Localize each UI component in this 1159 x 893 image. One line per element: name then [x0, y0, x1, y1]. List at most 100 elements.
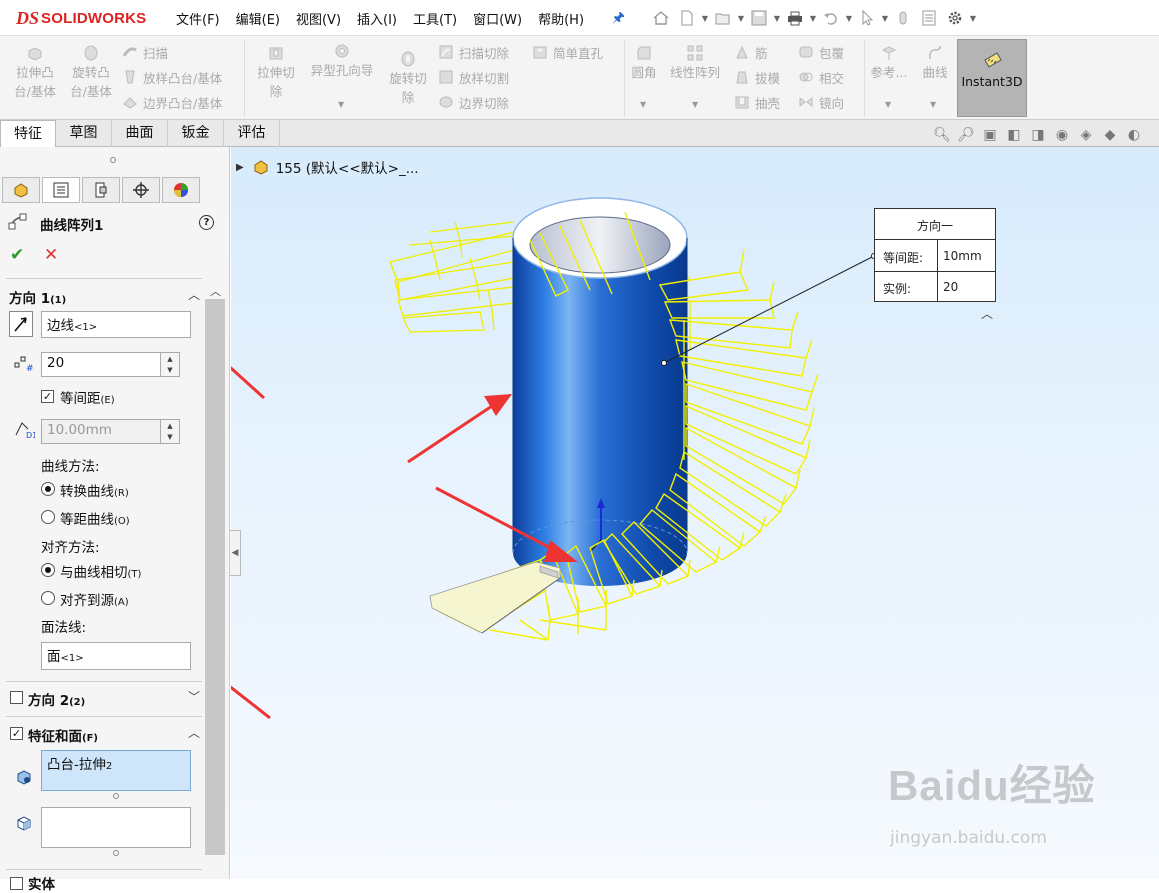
direction2-checkbox[interactable]: [10, 691, 23, 704]
select-dropdown-icon[interactable]: ▼: [880, 5, 890, 31]
panel-collapse-handle[interactable]: ◀: [230, 530, 241, 576]
face-normal-field[interactable]: 面<1>: [41, 642, 191, 670]
home-icon[interactable]: [648, 5, 674, 31]
draft-button[interactable]: 拔模: [734, 66, 780, 88]
tab-sketch[interactable]: 草图: [56, 120, 112, 147]
extrude-cut-button[interactable]: 拉伸切 除: [252, 44, 300, 101]
menu-window[interactable]: 窗口(W): [473, 9, 522, 28]
reference-dropdown-icon[interactable]: ▼: [885, 100, 891, 109]
tab-sheet-metal[interactable]: 钣金: [168, 120, 224, 147]
revolve-cut-button[interactable]: 旋转切 除: [384, 50, 432, 107]
pin-icon[interactable]: 🖈︎: [612, 7, 625, 31]
previous-view-icon[interactable]: ▣: [978, 124, 1002, 146]
callout-spacing-value[interactable]: 10mm: [943, 249, 982, 263]
transform-curve-radio[interactable]: [41, 482, 55, 496]
save-dropdown-icon[interactable]: ▼: [772, 5, 782, 31]
display-style-icon[interactable]: ◉: [1050, 124, 1074, 146]
section-view-icon[interactable]: ◧: [1002, 124, 1026, 146]
spin-up-icon[interactable]: ▲: [167, 355, 172, 363]
configuration-manager-tab[interactable]: [82, 177, 120, 203]
chevron-up-icon[interactable]: ︿: [188, 724, 200, 741]
menu-file[interactable]: 文件(F): [176, 9, 220, 28]
menu-tools[interactable]: 工具(T): [413, 9, 457, 28]
linear-pattern-button[interactable]: 线性阵列: [664, 44, 726, 82]
reference-geometry-button[interactable]: 参考...: [868, 44, 910, 82]
simple-hole-button[interactable]: 简单直孔: [532, 41, 603, 63]
spacing-input[interactable]: 10.00mm: [41, 419, 161, 444]
undo-dropdown-icon[interactable]: ▼: [844, 5, 854, 31]
spin-up-icon[interactable]: ▲: [167, 422, 172, 430]
hole-wizard-dropdown-icon[interactable]: ▼: [338, 100, 344, 109]
align-to-seed-radio[interactable]: [41, 591, 55, 605]
save-icon[interactable]: [746, 5, 772, 31]
linear-pattern-dropdown-icon[interactable]: ▼: [692, 100, 698, 109]
print-icon[interactable]: [782, 5, 808, 31]
fillet-button[interactable]: 圆角: [628, 44, 660, 82]
list-resize-grip-icon[interactable]: [113, 793, 119, 799]
instant3d-button[interactable]: Instant3D: [957, 39, 1027, 117]
open-dropdown-icon[interactable]: ▼: [736, 5, 746, 31]
bodies-header[interactable]: 实体: [28, 873, 55, 893]
feature-item[interactable]: 凸台-拉伸: [47, 757, 106, 773]
features-to-pattern-list[interactable]: 凸台-拉伸2: [41, 750, 191, 791]
sweep-button[interactable]: 扫描: [122, 41, 168, 63]
curves-dropdown-icon[interactable]: ▼: [930, 100, 936, 109]
new-dropdown-icon[interactable]: ▼: [700, 5, 710, 31]
dimxpert-tab[interactable]: [122, 177, 160, 203]
reverse-direction-button[interactable]: [9, 311, 33, 337]
direction1-header[interactable]: 方向 1(1): [9, 287, 66, 307]
solidworks-logo[interactable]: DS SOLIDWORKS: [16, 6, 146, 30]
chevron-up-icon[interactable]: ︿: [188, 286, 200, 303]
faces-to-pattern-list[interactable]: [41, 807, 191, 848]
curves-button[interactable]: 曲线: [916, 44, 954, 82]
panel-grip-icon[interactable]: [110, 157, 116, 163]
menu-edit[interactable]: 编辑(E): [236, 9, 280, 28]
features-faces-checkbox[interactable]: ✓: [10, 727, 23, 740]
file-properties-icon[interactable]: [916, 5, 942, 31]
lofted-cut-button[interactable]: 放样切割: [438, 66, 509, 88]
property-manager-tab[interactable]: [42, 177, 80, 203]
select-icon[interactable]: [854, 5, 880, 31]
tangent-to-curve-radio[interactable]: [41, 563, 55, 577]
features-faces-header[interactable]: 特征和面(F): [28, 725, 98, 745]
hole-wizard-button[interactable]: 异型孔向导: [304, 42, 380, 80]
shell-button[interactable]: 抽壳: [734, 91, 780, 113]
boundary-boss-button[interactable]: 边界凸台/基体: [122, 91, 222, 113]
offset-curve-radio[interactable]: [41, 510, 55, 524]
rebuild-icon[interactable]: [890, 5, 916, 31]
options-dropdown-icon[interactable]: ▼: [968, 5, 978, 31]
menu-help[interactable]: 帮助(H): [538, 9, 584, 28]
wrap-button[interactable]: 包覆: [798, 41, 844, 63]
view-orientation-icon[interactable]: ◨: [1026, 124, 1050, 146]
revolve-boss-button[interactable]: 旋转凸 台/基体: [66, 44, 116, 101]
gear-icon[interactable]: [942, 5, 968, 31]
spin-down-icon[interactable]: ▼: [167, 366, 172, 374]
pattern-direction-field[interactable]: 边线<1>: [41, 311, 191, 338]
undo-icon[interactable]: [818, 5, 844, 31]
tab-evaluate[interactable]: 评估: [224, 120, 280, 147]
help-icon[interactable]: ?: [199, 215, 214, 230]
feature-manager-tab[interactable]: [2, 177, 40, 203]
display-manager-tab[interactable]: [162, 177, 200, 203]
list-resize-grip-icon[interactable]: [113, 850, 119, 856]
extrude-boss-button[interactable]: 拉伸凸 台/基体: [10, 44, 60, 101]
new-icon[interactable]: [674, 5, 700, 31]
fillet-dropdown-icon[interactable]: ▼: [640, 100, 646, 109]
swept-cut-button[interactable]: 扫描切除: [438, 41, 509, 63]
open-icon[interactable]: [710, 5, 736, 31]
chevron-down-icon[interactable]: ﹀: [188, 688, 200, 705]
expand-arrow-icon[interactable]: ▶: [236, 162, 244, 173]
tab-surfaces[interactable]: 曲面: [112, 120, 168, 147]
apply-scene-icon[interactable]: ◐: [1122, 124, 1146, 146]
zoom-to-area-icon[interactable]: 🔎︎: [954, 124, 978, 146]
menu-view[interactable]: 视图(V): [296, 9, 341, 28]
callout-collapse-icon[interactable]: ︿: [981, 305, 993, 322]
spin-down-icon[interactable]: ▼: [167, 433, 172, 441]
edit-appearance-icon[interactable]: ◆: [1098, 124, 1122, 146]
hide-show-icon[interactable]: ◈: [1074, 124, 1098, 146]
boundary-cut-button[interactable]: 边界切除: [438, 91, 509, 113]
rib-button[interactable]: 筋: [734, 41, 768, 63]
pattern-callout[interactable]: 方向一 等间距: 10mm 实例: 20: [874, 208, 996, 302]
equal-spacing-checkbox[interactable]: ✓: [41, 390, 54, 403]
seed-step[interactable]: [429, 561, 561, 634]
